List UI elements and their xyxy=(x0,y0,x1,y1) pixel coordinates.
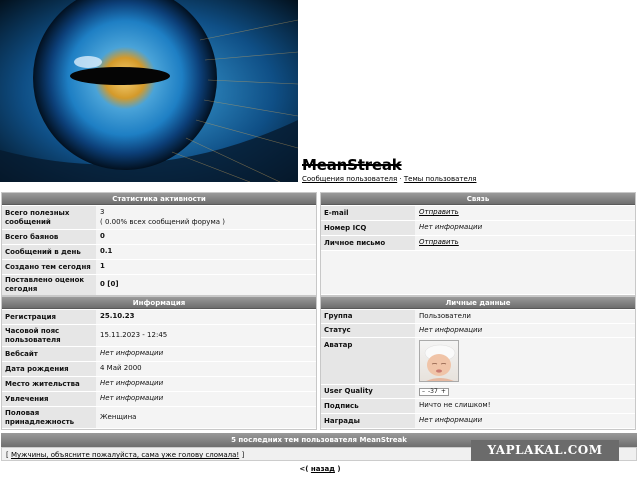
info-value: Женщина xyxy=(96,407,316,428)
profile-links: Сообщения пользователя · Темы пользовате… xyxy=(302,175,476,183)
personal-value: Нет информации xyxy=(415,324,635,337)
stat-value: 1 xyxy=(96,260,316,274)
contact-label: Номер ICQ xyxy=(321,221,415,235)
personal-row-quality: User Quality – -37 + xyxy=(321,384,635,398)
personal-row-group: Группа Пользователи xyxy=(321,309,635,323)
stat-value: 0 [0] xyxy=(96,275,316,295)
info-value: 15.11.2023 - 12:45 xyxy=(96,325,316,346)
info-label: Часовой пояс пользователя xyxy=(2,325,96,346)
user-posts-link[interactable]: Сообщения пользователя xyxy=(302,175,397,183)
profile-banner-image xyxy=(0,0,298,182)
activity-stats-title: Статистика активности xyxy=(2,193,316,205)
info-value: Нет информации xyxy=(96,392,316,406)
bracket-open: [ xyxy=(6,451,9,459)
stat-subvalue: ( 0.00% всех сообщений форума ) xyxy=(100,217,225,226)
personal-row-avatar: Аватар xyxy=(321,337,635,384)
watermark-logo: YAPLAKAL.COM xyxy=(471,440,619,461)
contact-label: Личное письмо xyxy=(321,236,415,250)
info-label: Место жительства xyxy=(2,377,96,391)
personal-label: Награды xyxy=(321,414,415,428)
info-label: Дата рождения xyxy=(2,362,96,376)
topic-link[interactable]: Мужчины, объясните пожалуйста, сама уже … xyxy=(11,451,239,459)
stat-row-posts-per-day: Сообщений в день 0.1 xyxy=(2,244,316,259)
contact-row-icq: Номер ICQ Нет информации xyxy=(321,220,635,235)
link-separator: · xyxy=(399,175,402,183)
personal-row-signature: Подпись Ничто не слишком! xyxy=(321,398,635,413)
personal-label: Подпись xyxy=(321,399,415,413)
info-value: Нет информации xyxy=(96,377,316,391)
stat-row-topics-today: Создано тем сегодня 1 xyxy=(2,259,316,274)
stat-label: Всего баянов xyxy=(2,230,96,244)
info-label: Регистрация xyxy=(2,310,96,324)
stat-label: Сообщений в день xyxy=(2,245,96,259)
contact-value: Нет информации xyxy=(415,221,635,235)
user-quality-widget: – -37 + xyxy=(419,387,449,396)
personal-data-title: Личные данные xyxy=(321,297,635,309)
contact-filler xyxy=(321,250,635,294)
personal-value: Нет информации xyxy=(415,414,635,428)
info-row-birthday: Дата рождения 4 Май 2000 xyxy=(2,361,316,376)
profile-header: MeanStreak Сообщения пользователя · Темы… xyxy=(0,0,640,184)
personal-value: Пользователи xyxy=(415,310,635,323)
back-suffix: ) xyxy=(337,465,341,473)
personal-value: Ничто не слишком! xyxy=(415,399,635,413)
user-topics-link[interactable]: Темы пользователя xyxy=(404,175,477,183)
information-panel: Информация Регистрация 25.10.23 Часовой … xyxy=(1,296,317,430)
info-row-registration: Регистрация 25.10.23 xyxy=(2,309,316,324)
stat-value: 0 xyxy=(96,230,316,244)
bracket-close: ] xyxy=(241,451,245,459)
back-prefix: <( xyxy=(299,465,309,473)
contact-panel: Связь E-mail Отправить Номер ICQ Нет инф… xyxy=(320,192,636,296)
send-pm-link[interactable]: Отправить xyxy=(419,238,459,247)
info-row-interests: Увлечения Нет информации xyxy=(2,391,316,406)
info-label: Увлечения xyxy=(2,392,96,406)
info-row-location: Место жительства Нет информации xyxy=(2,376,316,391)
stat-label: Создано тем сегодня xyxy=(2,260,96,274)
personal-label: Аватар xyxy=(321,338,415,384)
personal-label: Группа xyxy=(321,310,415,323)
contact-title: Связь xyxy=(321,193,635,205)
stat-row-total-posts: Всего полезных сообщений 3 ( 0.00% всех … xyxy=(2,205,316,229)
info-label: Половая принадлежность xyxy=(2,407,96,428)
stat-row-ratings-today: Поставлено оценок сегодня 0 [0] xyxy=(2,274,316,295)
stat-label: Всего полезных сообщений xyxy=(2,206,96,229)
info-row-website: Вебсайт Нет информации xyxy=(2,346,316,361)
info-value: Нет информации xyxy=(96,347,316,361)
send-email-link[interactable]: Отправить xyxy=(419,208,459,217)
contact-row-pm: Личное письмо Отправить xyxy=(321,235,635,250)
stat-value: 0.1 xyxy=(96,245,316,259)
personal-row-status: Статус Нет информации xyxy=(321,323,635,337)
personal-label: User Quality xyxy=(321,385,415,398)
username-title: MeanStreak xyxy=(302,156,402,174)
information-title: Информация xyxy=(2,297,316,309)
info-value: 4 Май 2000 xyxy=(96,362,316,376)
info-label: Вебсайт xyxy=(2,347,96,361)
personal-row-awards: Награды Нет информации xyxy=(321,413,635,428)
quality-minus-button[interactable]: – xyxy=(422,388,425,396)
info-row-gender: Половая принадлежность Женщина xyxy=(2,406,316,428)
info-row-timezone: Часовой пояс пользователя 15.11.2023 - 1… xyxy=(2,324,316,346)
quality-value: -37 xyxy=(428,387,438,395)
quality-plus-button[interactable]: + xyxy=(441,388,446,396)
personal-label: Статус xyxy=(321,324,415,337)
activity-stats-panel: Статистика активности Всего полезных соо… xyxy=(1,192,317,296)
stat-value: 3 xyxy=(100,208,105,217)
back-nav: <( назад ) xyxy=(0,465,640,473)
stat-label: Поставлено оценок сегодня xyxy=(2,275,96,295)
contact-label: E-mail xyxy=(321,206,415,220)
back-link[interactable]: назад xyxy=(311,465,335,473)
contact-row-email: E-mail Отправить xyxy=(321,205,635,220)
info-value: 25.10.23 xyxy=(96,310,316,324)
avatar xyxy=(419,340,459,382)
stat-row-bayans: Всего баянов 0 xyxy=(2,229,316,244)
personal-data-panel: Личные данные Группа Пользователи Статус… xyxy=(320,296,636,430)
